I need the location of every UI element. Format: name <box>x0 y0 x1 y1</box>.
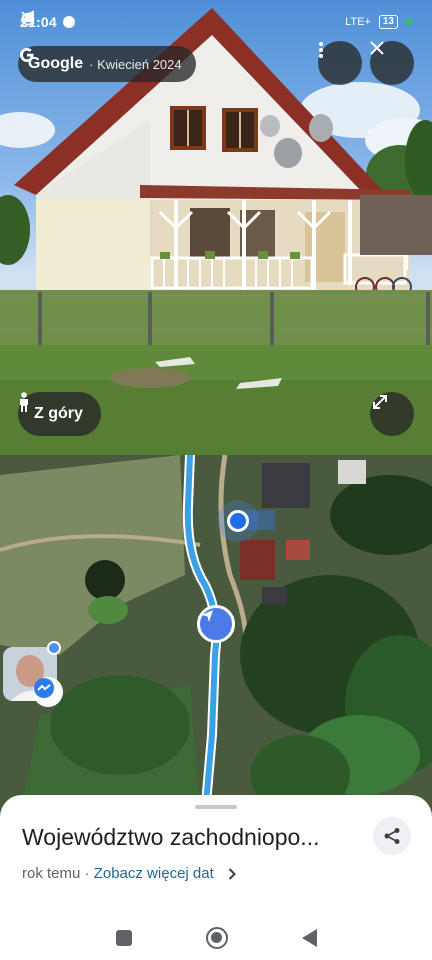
imagery-info-pill[interactable]: Google · Kwiecień 2024 <box>18 46 196 82</box>
status-bar: 21:04 LTE+ 13 <box>20 10 412 34</box>
expand-icon <box>373 395 387 409</box>
overhead-view-label: Z góry <box>34 405 83 422</box>
signal-icon <box>20 10 34 22</box>
brand-label: Google <box>28 55 84 72</box>
share-button[interactable] <box>373 817 411 855</box>
street-view-panorama[interactable]: 21:04 LTE+ 13 Google · Kwiecień 2024 Z g… <box>0 0 432 455</box>
time-ago: rok temu <box>22 865 81 882</box>
chat-head-indicator <box>47 641 61 655</box>
more-vertical-icon <box>319 42 323 58</box>
overhead-view-button[interactable]: Z góry <box>18 392 101 436</box>
drag-handle[interactable] <box>195 805 237 809</box>
home-icon[interactable] <box>205 926 228 949</box>
messenger-icon <box>62 16 75 28</box>
close-icon <box>370 41 384 55</box>
current-location-dot <box>227 510 249 532</box>
privacy-indicator <box>406 19 412 25</box>
more-options-button[interactable] <box>318 41 362 85</box>
imagery-date: Kwiecień 2024 <box>97 56 182 72</box>
streetview-position-marker[interactable] <box>197 605 235 643</box>
satellite-map[interactable] <box>0 455 432 815</box>
share-icon <box>384 828 400 844</box>
place-title: Województwo zachodniopo... <box>22 824 320 850</box>
messenger-icon <box>33 677 63 707</box>
system-navigation-bar <box>0 915 432 960</box>
network-label: LTE+ <box>345 16 371 28</box>
imagery-date-row: rok temu · Zobacz więcej dat <box>22 865 236 882</box>
back-icon[interactable] <box>301 928 317 947</box>
status-icons: LTE+ 13 <box>20 10 412 29</box>
close-button[interactable] <box>370 41 414 85</box>
google-g-icon <box>20 48 34 62</box>
battery-icon: 13 <box>378 15 398 29</box>
imagery-date-text: · Kwiecień 2024 <box>89 56 182 72</box>
battery-level: 13 <box>382 16 394 27</box>
chevron-right-icon[interactable] <box>228 867 236 880</box>
messenger-chat-head[interactable] <box>3 641 63 707</box>
see-more-dates-link[interactable]: Zobacz więcej dat <box>94 865 214 882</box>
recents-icon[interactable] <box>115 929 132 946</box>
expand-button[interactable] <box>370 392 414 436</box>
messenger-badge-icon <box>34 678 54 698</box>
separator: · <box>80 865 94 882</box>
navigation-arrow-icon <box>202 610 213 622</box>
pegman-icon <box>20 392 28 412</box>
